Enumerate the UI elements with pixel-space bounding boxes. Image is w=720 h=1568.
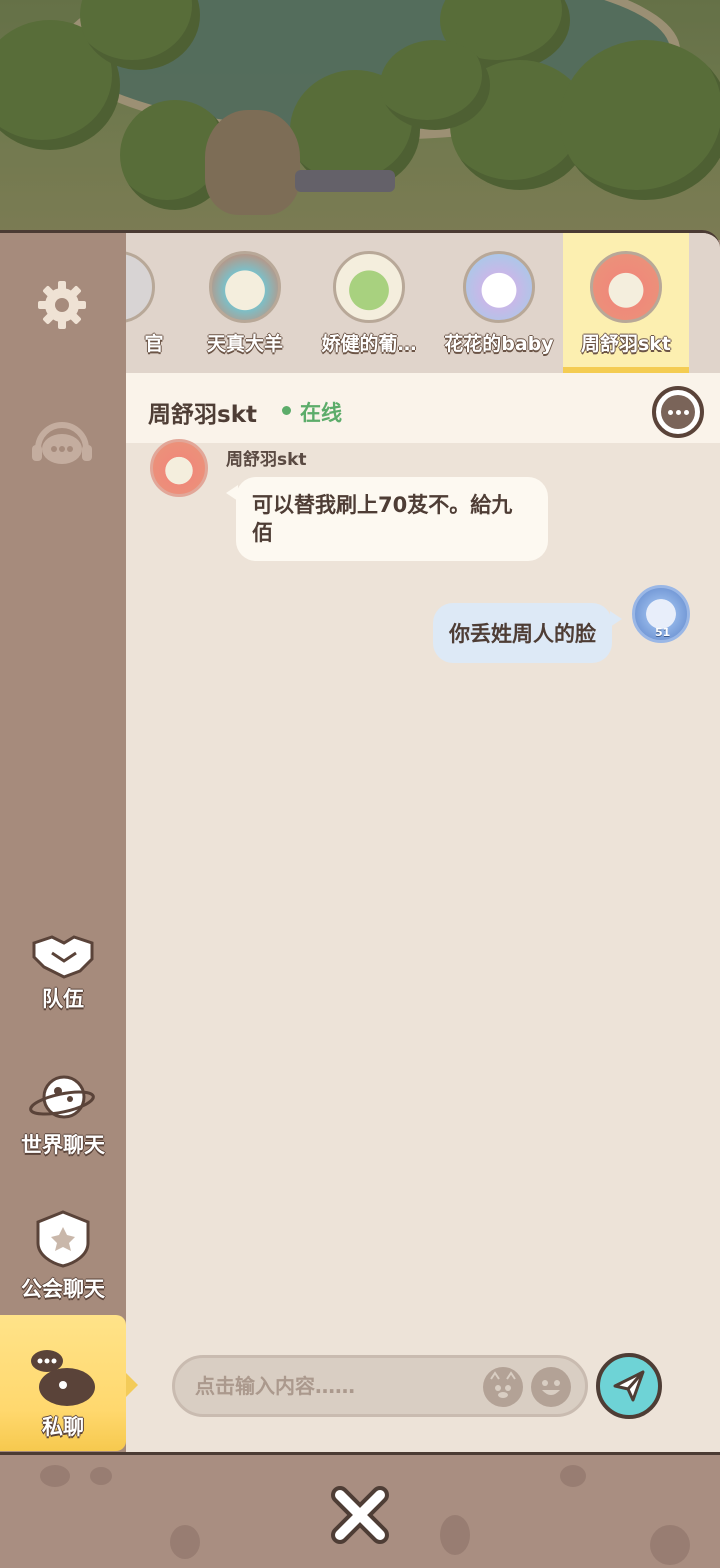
- guild-chat-button[interactable]: 公会聊天: [0, 1209, 126, 1309]
- chat-sidebar: 队伍 世界聊天 公会聊天 私聊: [0, 233, 126, 1452]
- tab-label: 花花的baby: [444, 333, 554, 355]
- close-icon[interactable]: [330, 1485, 390, 1545]
- cat-face-icon: [490, 1371, 516, 1398]
- friend-tabs: 官 天真大羊 娇健的葡… 花花的baby 周舒羽skt: [126, 233, 720, 373]
- level-badge: 51: [655, 626, 671, 639]
- planet-icon: [29, 1075, 95, 1119]
- private-chat-button[interactable]: 私聊: [0, 1315, 126, 1451]
- sticker-button[interactable]: [483, 1367, 523, 1407]
- more-options-button[interactable]: [652, 386, 704, 438]
- tab-friend-3[interactable]: 娇健的葡…: [306, 233, 432, 373]
- more-icon: [661, 395, 695, 429]
- paw-print-decoration: [40, 1465, 70, 1487]
- my-avatar[interactable]: 51: [632, 585, 690, 643]
- smile-icon: [542, 1380, 560, 1395]
- shield-icon: [36, 1210, 90, 1268]
- tab-label: 娇健的葡…: [321, 333, 417, 355]
- outgoing-message-bubble[interactable]: 你丢姓周人的脸: [433, 603, 622, 663]
- tab-label: 天真大羊: [206, 333, 283, 355]
- chat-title: 周舒羽skt: [148, 402, 257, 428]
- avatar: [209, 251, 281, 323]
- sender-avatar[interactable]: [150, 439, 208, 497]
- paper-plane-icon: [613, 1370, 645, 1402]
- tab-label: 周舒羽skt: [580, 333, 672, 355]
- team-button[interactable]: 队伍: [0, 933, 126, 1033]
- tab-friend-4[interactable]: 花花的baby: [436, 233, 562, 373]
- tab-friend-1[interactable]: 官: [126, 233, 182, 373]
- game-scene-background: [0, 0, 720, 240]
- incoming-message-bubble[interactable]: 可以替我刷上70芨不。給九佰: [226, 477, 548, 561]
- tab-friend-2[interactable]: 天真大羊: [182, 233, 308, 373]
- online-status-dot: [282, 406, 291, 415]
- team-label: 队伍: [42, 987, 84, 1011]
- avatar: [590, 251, 662, 323]
- message-input-wrapper: [172, 1355, 588, 1417]
- tab-label: 官: [144, 333, 164, 355]
- message-sender: 周舒羽skt: [226, 450, 307, 470]
- chat-bubbles-icon: [31, 1350, 95, 1406]
- chat-header: 周舒羽skt 在线: [126, 373, 720, 443]
- paw-print-decoration: [170, 1525, 200, 1559]
- handshake-icon: [32, 935, 94, 979]
- send-button[interactable]: [596, 1353, 662, 1419]
- avatar: [333, 251, 405, 323]
- paw-print-decoration: [560, 1465, 586, 1487]
- avatar: [463, 251, 535, 323]
- gear-icon[interactable]: [36, 279, 88, 331]
- chat-panel: 队伍 世界聊天 公会聊天 私聊 官 天真大羊 娇健的葡… 花花的baby 周舒羽…: [0, 230, 720, 1452]
- message-input[interactable]: [195, 1358, 475, 1414]
- private-chat-label: 私聊: [42, 1415, 84, 1439]
- avatar: [126, 251, 155, 323]
- bottom-bar: [0, 1452, 720, 1568]
- tab-friend-5-active[interactable]: 周舒羽skt: [563, 233, 689, 373]
- paw-print-decoration: [440, 1515, 470, 1555]
- world-chat-button[interactable]: 世界聊天: [0, 1073, 126, 1173]
- world-chat-label: 世界聊天: [21, 1133, 105, 1157]
- online-status-text: 在线: [300, 401, 342, 425]
- active-indicator-arrow: [126, 1373, 138, 1397]
- emoji-button[interactable]: [531, 1367, 571, 1407]
- headset-chat-icon[interactable]: [30, 419, 94, 471]
- guild-chat-label: 公会聊天: [21, 1277, 105, 1301]
- paw-print-decoration: [650, 1525, 690, 1565]
- paw-print-decoration: [90, 1467, 112, 1485]
